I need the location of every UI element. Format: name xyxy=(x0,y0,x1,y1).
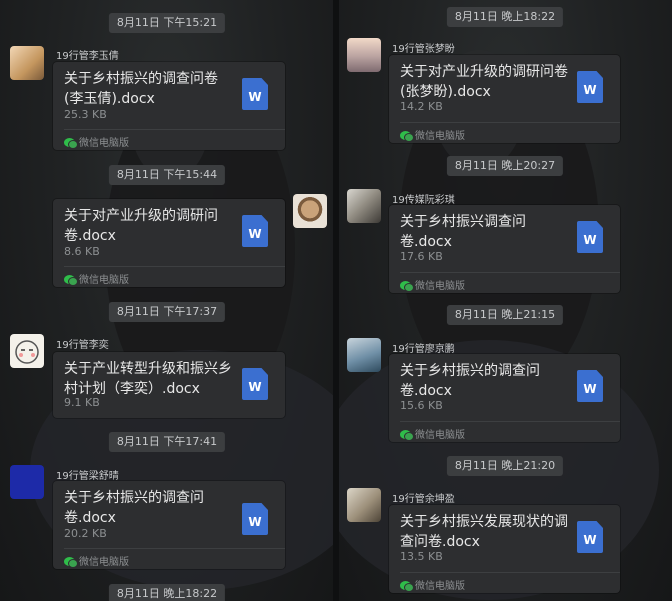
file-message[interactable]: 关于乡村振兴的调查问卷(李玉倩).docx 25.3 KB W 微信电脑版 xyxy=(53,62,285,150)
file-name: 关于对产业升级的调研问卷(张梦盼).docx xyxy=(400,64,568,100)
source-label: 微信电脑版 xyxy=(400,577,465,592)
file-message[interactable]: 关于乡村振兴发展现状的调查问卷.docx 13.5 KB W 微信电脑版 xyxy=(389,505,620,593)
file-name: 关于乡村振兴发展现状的调查问卷.docx xyxy=(400,514,568,550)
avatar[interactable] xyxy=(347,338,381,372)
sender-name: 19传媒阮彩琪 xyxy=(392,195,455,206)
file-name: 关于乡村振兴的调查问卷(李玉倩).docx xyxy=(64,71,218,107)
wechat-icon xyxy=(400,581,413,591)
timestamp: 8月11日 晚上21:15 xyxy=(446,305,564,325)
word-icon: W xyxy=(242,503,268,535)
file-message[interactable]: 关于乡村振兴的调查问卷.docx 20.2 KB W 微信电脑版 xyxy=(53,481,285,569)
word-icon: W xyxy=(577,521,603,553)
sender-name: 19行管李奕 xyxy=(56,340,109,351)
sender-name: 19行管李玉倩 xyxy=(56,51,119,62)
timestamp: 8月11日 晚上21:20 xyxy=(446,456,564,476)
divider xyxy=(400,122,620,123)
wechat-icon xyxy=(400,131,413,141)
sender-name: 19行管余坤盈 xyxy=(392,494,455,505)
word-icon: W xyxy=(242,368,268,400)
timestamp: 8月11日 下午15:21 xyxy=(108,13,226,33)
file-size: 9.1 KB xyxy=(64,396,100,409)
timestamp: 8月11日 下午15:44 xyxy=(108,165,226,185)
wechat-icon xyxy=(400,281,413,291)
source-label: 微信电脑版 xyxy=(400,277,465,292)
divider xyxy=(64,548,285,549)
divider xyxy=(400,572,620,573)
file-message[interactable]: 关于产业转型升级和振兴乡村计划（李奕）.docx 9.1 KB W xyxy=(53,352,285,418)
timestamp: 8月11日 下午17:41 xyxy=(108,432,226,452)
file-size: 13.5 KB xyxy=(400,550,443,563)
wechat-icon xyxy=(64,557,77,567)
word-icon: W xyxy=(577,221,603,253)
file-message[interactable]: 关于对产业升级的调研问卷.docx 8.6 KB W 微信电脑版 xyxy=(53,199,285,287)
avatar[interactable] xyxy=(10,46,44,80)
avatar[interactable] xyxy=(293,194,327,228)
avatar[interactable] xyxy=(10,334,44,368)
sender-name: 19行管梁舒晴 xyxy=(56,471,119,482)
file-name: 关于产业转型升级和振兴乡村计划（李奕）.docx xyxy=(64,361,232,397)
divider xyxy=(400,421,620,422)
source-label: 微信电脑版 xyxy=(400,426,465,441)
file-name: 关于乡村振兴的调查问卷.docx xyxy=(400,363,540,399)
file-size: 17.6 KB xyxy=(400,250,443,263)
file-name: 关于乡村振兴的调查问卷.docx xyxy=(64,490,204,526)
sender-name: 19行管廖京鹏 xyxy=(392,344,455,355)
source-label: 微信电脑版 xyxy=(64,134,129,149)
wechat-icon xyxy=(64,275,77,285)
file-size: 25.3 KB xyxy=(64,108,107,121)
cartoon-face-icon xyxy=(15,340,39,364)
file-name: 关于乡村振兴调查问卷.docx xyxy=(400,214,526,250)
wechat-icon xyxy=(64,138,77,148)
sender-name: 19行管张梦盼 xyxy=(392,44,455,55)
divider xyxy=(64,129,285,130)
source-label: 微信电脑版 xyxy=(400,127,465,142)
file-size: 15.6 KB xyxy=(400,399,443,412)
timestamp: 8月11日 下午17:37 xyxy=(108,302,226,322)
source-label: 微信电脑版 xyxy=(64,271,129,286)
wechat-icon xyxy=(400,430,413,440)
divider xyxy=(64,266,285,267)
divider xyxy=(400,272,620,273)
word-icon: W xyxy=(242,215,268,247)
timestamp: 8月11日 晚上18:22 xyxy=(446,7,564,27)
avatar[interactable] xyxy=(347,488,381,522)
word-icon: W xyxy=(577,370,603,402)
source-label: 微信电脑版 xyxy=(64,553,129,568)
file-size: 14.2 KB xyxy=(400,100,443,113)
avatar[interactable] xyxy=(347,38,381,72)
avatar[interactable] xyxy=(10,465,44,499)
avatar[interactable] xyxy=(347,189,381,223)
file-message[interactable]: 关于乡村振兴调查问卷.docx 17.6 KB W 微信电脑版 xyxy=(389,205,620,293)
file-size: 8.6 KB xyxy=(64,245,100,258)
file-size: 20.2 KB xyxy=(64,527,107,540)
file-name: 关于对产业升级的调研问卷.docx xyxy=(64,208,218,244)
word-icon: W xyxy=(577,71,603,103)
chat-panel-right[interactable]: 8月11日 晚上18:22 19行管张梦盼 关于对产业升级的调研问卷(张梦盼).… xyxy=(339,0,672,601)
file-message[interactable]: 关于乡村振兴的调查问卷.docx 15.6 KB W 微信电脑版 xyxy=(389,354,620,442)
timestamp: 8月11日 晚上18:22 xyxy=(108,584,226,601)
timestamp: 8月11日 晚上20:27 xyxy=(446,156,564,176)
word-icon: W xyxy=(242,78,268,110)
file-message[interactable]: 关于对产业升级的调研问卷(张梦盼).docx 14.2 KB W 微信电脑版 xyxy=(389,55,620,143)
chat-panel-left[interactable]: 8月11日 下午15:21 19行管李玉倩 关于乡村振兴的调查问卷(李玉倩).d… xyxy=(0,0,333,601)
